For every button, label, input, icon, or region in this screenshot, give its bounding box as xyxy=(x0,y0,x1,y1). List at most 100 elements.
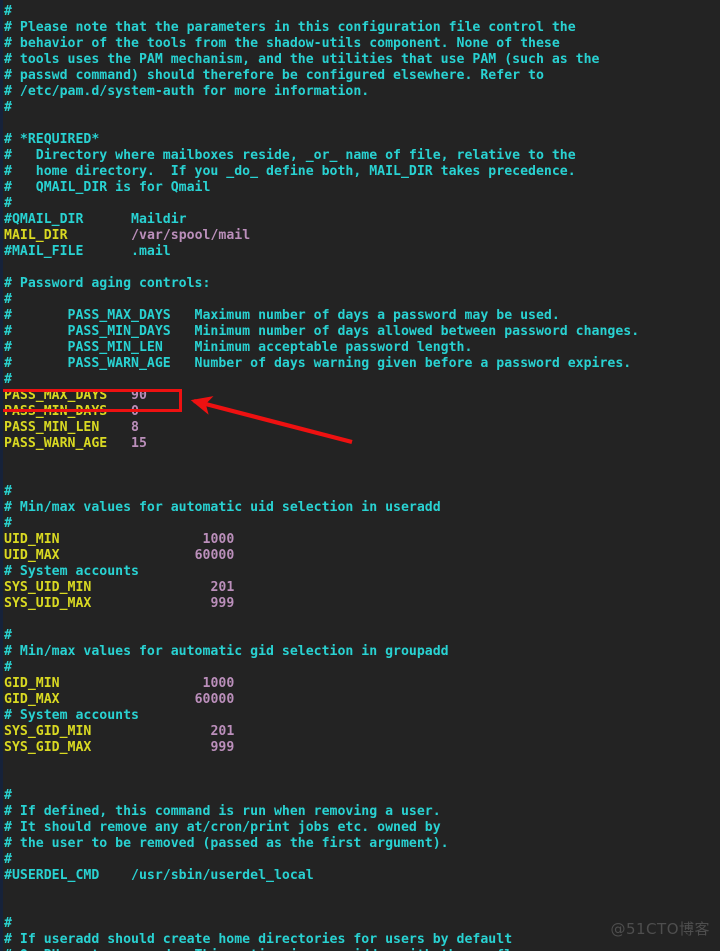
config-value: /var/spool/mail xyxy=(131,228,251,243)
comment-text: # xyxy=(4,196,12,211)
code-line: PASS_MAX_DAYS 90 xyxy=(4,388,720,404)
code-line: UID_MIN 1000 xyxy=(4,532,720,548)
code-line: # passwd command) should therefore be co… xyxy=(4,68,720,84)
comment-text: # /etc/pam.d/system-auth for more inform… xyxy=(4,84,370,99)
comment-text: # Directory where mailboxes reside, _or_… xyxy=(4,148,576,163)
comment-text: # xyxy=(4,372,12,387)
config-spacer xyxy=(91,580,210,595)
code-line: # xyxy=(4,788,720,804)
config-value: 201 xyxy=(210,580,235,595)
config-spacer xyxy=(91,596,210,611)
code-line: # xyxy=(4,516,720,532)
comment-text: # PASS_MIN_LEN Minimum acceptable passwo… xyxy=(4,340,473,355)
config-value: 999 xyxy=(210,740,235,755)
config-key: PASS_WARN_AGE xyxy=(4,436,108,451)
comment-text: # Password aging controls: xyxy=(4,276,211,291)
comment-text: # QMAIL_DIR is for Qmail xyxy=(4,180,211,195)
comment-text: # xyxy=(4,788,12,803)
comment-text: # the user to be removed (passed as the … xyxy=(4,836,449,851)
comment-text: # xyxy=(4,100,12,115)
code-line: SYS_UID_MAX 999 xyxy=(4,596,720,612)
config-spacer xyxy=(91,740,210,755)
code-line: # Min/max values for automatic gid selec… xyxy=(4,644,720,660)
config-value: 0 xyxy=(131,404,139,419)
config-value: 90 xyxy=(131,388,147,403)
code-line: # PASS_WARN_AGE Number of days warning g… xyxy=(4,356,720,372)
config-spacer xyxy=(60,676,203,691)
comment-text: #QMAIL_DIR Maildir xyxy=(4,212,187,227)
code-line: PASS_MIN_LEN 8 xyxy=(4,420,720,436)
code-line: # the user to be removed (passed as the … xyxy=(4,836,720,852)
code-line: # xyxy=(4,100,720,116)
config-spacer xyxy=(60,532,203,547)
config-key: SYS_GID_MIN xyxy=(4,724,92,739)
comment-text: #USERDEL_CMD /usr/sbin/userdel_local xyxy=(4,868,314,883)
config-key: PASS_MAX_DAYS xyxy=(4,388,108,403)
comment-text: # xyxy=(4,660,12,675)
config-spacer xyxy=(107,388,131,403)
comment-text: # System accounts xyxy=(4,708,139,723)
comment-text: # If useradd should create home director… xyxy=(4,932,513,947)
comment-text: # home directory. If you _do_ define bot… xyxy=(4,164,576,179)
code-line: # Please note that the parameters in thi… xyxy=(4,20,720,36)
config-spacer xyxy=(107,404,131,419)
comment-text: # behavior of the tools from the shadow-… xyxy=(4,36,560,51)
code-line: # behavior of the tools from the shadow-… xyxy=(4,36,720,52)
code-line: # xyxy=(4,292,720,308)
config-value: 1000 xyxy=(202,532,235,547)
config-value: 15 xyxy=(131,436,147,451)
config-key: MAIL_DIR xyxy=(4,228,68,243)
code-line: # xyxy=(4,660,720,676)
code-line: # xyxy=(4,852,720,868)
config-key: SYS_GID_MAX xyxy=(4,740,92,755)
config-file-text-area[interactable]: # # Please note that the parameters in th… xyxy=(0,4,720,951)
site-watermark: @51CTO博客 xyxy=(610,920,710,938)
comment-text: #MAIL_FILE .mail xyxy=(4,244,171,259)
config-spacer xyxy=(91,724,210,739)
comment-text: # Min/max values for automatic gid selec… xyxy=(4,644,449,659)
code-line: # /etc/pam.d/system-auth for more inform… xyxy=(4,84,720,100)
comment-text: # xyxy=(4,484,12,499)
terminal-editor-window: # # Please note that the parameters in th… xyxy=(0,0,720,951)
config-key: GID_MAX xyxy=(4,692,60,707)
config-spacer xyxy=(107,436,131,451)
comment-text: # tools uses the PAM mechanism, and the … xyxy=(4,52,600,67)
code-line: # PASS_MIN_DAYS Minimum number of days a… xyxy=(4,324,720,340)
code-line: # home directory. If you _do_ define bot… xyxy=(4,164,720,180)
config-key: GID_MIN xyxy=(4,676,60,691)
code-line: #MAIL_FILE .mail xyxy=(4,244,720,260)
comment-text: # xyxy=(4,852,12,867)
code-line: SYS_UID_MIN 201 xyxy=(4,580,720,596)
comment-text: # passwd command) should therefore be co… xyxy=(4,68,544,83)
config-key: SYS_UID_MIN xyxy=(4,580,92,595)
config-spacer xyxy=(60,692,195,707)
code-line: PASS_WARN_AGE 15 xyxy=(4,436,720,452)
code-line: GID_MIN 1000 xyxy=(4,676,720,692)
code-line: # If defined, this command is run when r… xyxy=(4,804,720,820)
comment-text: # If defined, this command is run when r… xyxy=(4,804,441,819)
comment-text: # xyxy=(4,628,12,643)
code-line: # QMAIL_DIR is for Qmail xyxy=(4,180,720,196)
code-line: # PASS_MIN_LEN Minimum acceptable passwo… xyxy=(4,340,720,356)
code-line: PASS_MIN_DAYS 0 xyxy=(4,404,720,420)
config-spacer xyxy=(60,548,195,563)
config-value: 60000 xyxy=(194,692,235,707)
comment-text: # PASS_WARN_AGE Number of days warning g… xyxy=(4,356,632,371)
code-line: #USERDEL_CMD /usr/sbin/userdel_local xyxy=(4,868,720,884)
comment-text: # PASS_MAX_DAYS Maximum number of days a… xyxy=(4,308,560,323)
config-value: 60000 xyxy=(194,548,235,563)
config-key: PASS_MIN_LEN xyxy=(4,420,100,435)
config-value: 1000 xyxy=(202,676,235,691)
config-spacer xyxy=(68,228,132,243)
comment-text: # Please note that the parameters in thi… xyxy=(4,20,576,35)
comment-text: # xyxy=(4,292,12,307)
comment-text: # xyxy=(4,4,12,19)
code-line: # xyxy=(4,372,720,388)
